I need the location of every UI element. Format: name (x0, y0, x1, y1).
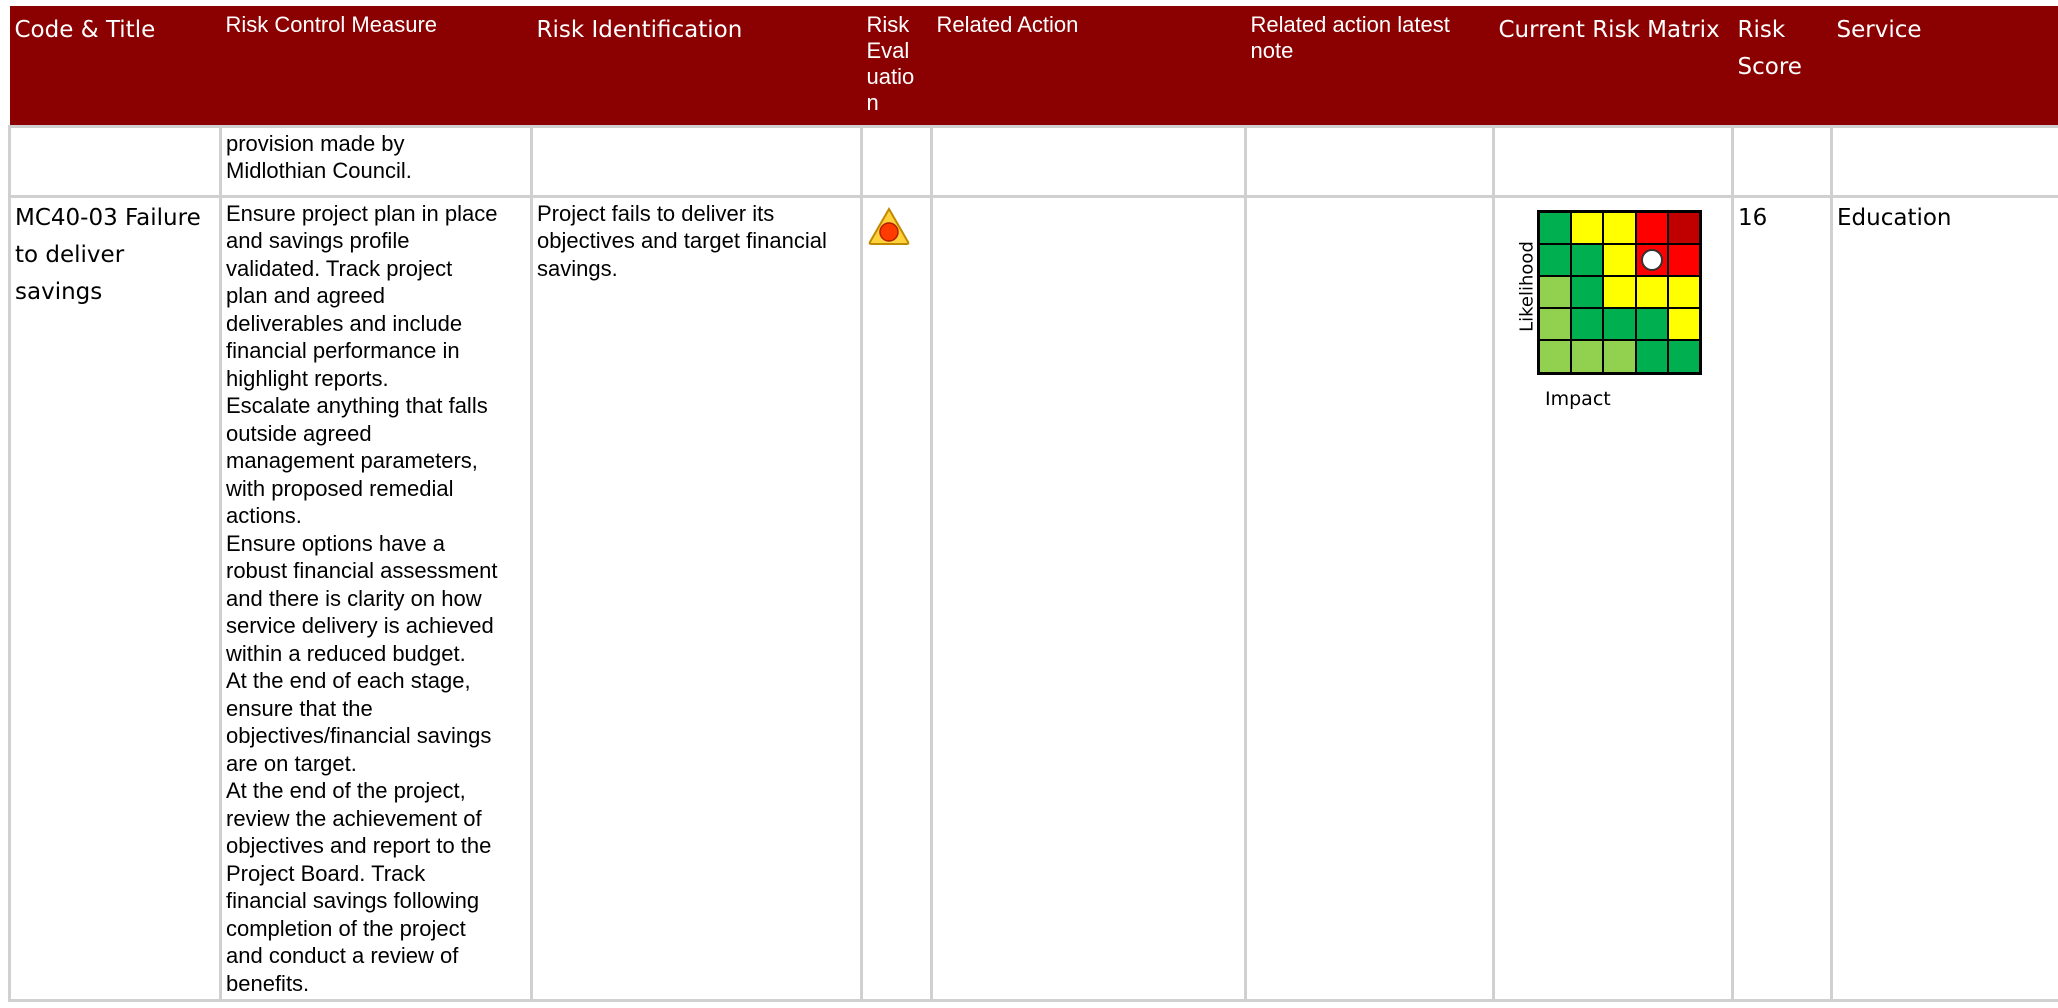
matrix-cell (1667, 243, 1700, 276)
matrix-y-label: Likelihood (1516, 240, 1538, 332)
cell-risk-score: 16 (1731, 194, 1833, 1002)
control-measure-line: At the end of the project, (226, 778, 466, 803)
control-measure-line: Escalate anything that falls (226, 393, 488, 418)
matrix-cell (1603, 211, 1636, 244)
control-measure-line: financial savings following (226, 888, 480, 913)
matrix-cell (1571, 243, 1604, 276)
control-measure-line: financial performance in (226, 338, 460, 363)
control-measure-line: Ensure project plan in place (226, 200, 498, 226)
control-measure-line: actions. (226, 503, 302, 528)
control-measure-line: Ensure options have a (226, 530, 445, 556)
control-measure-line: are on target. (226, 750, 357, 776)
matrix-cell (1539, 340, 1572, 373)
matrix-cell (1667, 211, 1700, 244)
control-measure-line: and there is clarity on how (226, 585, 482, 611)
cell-risk-score (1731, 124, 1833, 198)
control-measure-line: objectives and report to the (226, 833, 492, 858)
amber-triangle-red-dot-icon (867, 206, 911, 251)
matrix-cell (1571, 275, 1604, 309)
matrix-cell (1539, 211, 1572, 244)
col-header-code-title: Code & Title (9, 6, 221, 126)
control-measure-line: with proposed remedial (226, 475, 454, 501)
col-header-service: Service (1831, 6, 2058, 126)
control-measure-line: management parameters, (226, 448, 478, 473)
matrix-cell (1603, 308, 1636, 341)
control-measure-line: objectives/financial savings (226, 723, 492, 748)
control-measure-line: and savings profile (226, 228, 410, 253)
cell-risk-matrix (1492, 124, 1734, 198)
col-header-risk-score: Risk Score (1732, 6, 1832, 126)
matrix-cell (1635, 211, 1668, 244)
control-measure-line: deliverables and include (226, 310, 463, 336)
matrix-cell (1539, 275, 1572, 309)
matrix-cell (1603, 243, 1636, 276)
cell-related-note (1244, 194, 1495, 1002)
matrix-cell (1635, 275, 1668, 309)
matrix-cell (1539, 308, 1572, 341)
control-measure-line: within a reduced budget. (226, 640, 466, 666)
control-measure-line: benefits. (226, 970, 310, 996)
control-measure-line: outside agreed (226, 420, 372, 446)
matrix-cell (1667, 308, 1700, 341)
matrix-x-label: Impact (1545, 387, 1611, 410)
col-header-risk-matrix: Current Risk Matrix (1493, 6, 1733, 126)
control-measure-line: review the achievement of (226, 805, 482, 831)
control-measure-line: highlight reports. (226, 365, 389, 391)
col-header-related-note: Related action latest note (1245, 6, 1494, 126)
table-row: provision made by Midlothian Council. (8, 124, 2058, 198)
matrix-cell (1667, 275, 1700, 309)
control-measure-line: validated. Track project (226, 255, 453, 281)
cell-risk-matrix: Likelihood Impact (1492, 194, 1734, 1002)
matrix-cell (1539, 243, 1572, 276)
matrix-cell (1635, 308, 1668, 341)
risk-matrix: Likelihood Impact (1499, 206, 1729, 436)
cell-service (1830, 124, 2058, 198)
control-measure-line: At the end of each stage, (226, 668, 471, 693)
matrix-cell (1635, 340, 1668, 373)
matrix-cell (1571, 211, 1604, 244)
table-row: MC40-03 Failure to deliver savings Ensur… (8, 194, 2058, 1002)
control-measure-line: completion of the project (226, 915, 466, 941)
cell-related-note (1244, 124, 1495, 198)
header-row: Code & Title Risk Control Measure Risk I… (9, 6, 2058, 126)
col-header-control-measure: Risk Control Measure (220, 6, 532, 126)
control-measure-line: ensure that the (226, 695, 373, 721)
matrix-cell (1603, 275, 1636, 309)
col-header-identification: Risk Identification (531, 6, 862, 126)
col-header-evaluation: Risk Eval uatio n (861, 6, 932, 126)
cell-control-measure: Ensure project plan in place and savings … (219, 194, 533, 1002)
matrix-cell (1571, 308, 1604, 341)
matrix-cell (1603, 340, 1636, 373)
current-risk-marker (1640, 248, 1663, 271)
cell-evaluation (860, 124, 933, 198)
cell-identification: Project fails to deliver its objectives … (530, 194, 863, 1002)
matrix-cell (1667, 340, 1700, 373)
cell-code-title: MC40-03 Failure to deliver savings (8, 194, 222, 1002)
matrix-grid (1537, 209, 1702, 375)
control-measure-line: service delivery is achieved (226, 613, 494, 638)
cell-service: Education (1830, 194, 2058, 1002)
cell-evaluation (860, 194, 933, 1002)
cell-related-action (930, 124, 1247, 198)
col-header-related-action: Related Action (931, 6, 1246, 126)
matrix-cell (1635, 243, 1668, 276)
control-measure-line: plan and agreed (226, 283, 386, 308)
cell-related-action (930, 194, 1247, 1002)
control-measure-line: Project Board. Track (226, 860, 426, 886)
cell-identification (530, 124, 863, 198)
matrix-cell (1571, 340, 1604, 373)
cell-code-title (8, 124, 222, 198)
cell-control-measure: provision made by Midlothian Council. (219, 124, 533, 198)
risk-register-table: Code & Title Risk Control Measure Risk I… (8, 6, 2058, 1002)
control-measure-line: robust financial assessment (226, 558, 498, 583)
control-measure-line: and conduct a review of (226, 943, 459, 968)
